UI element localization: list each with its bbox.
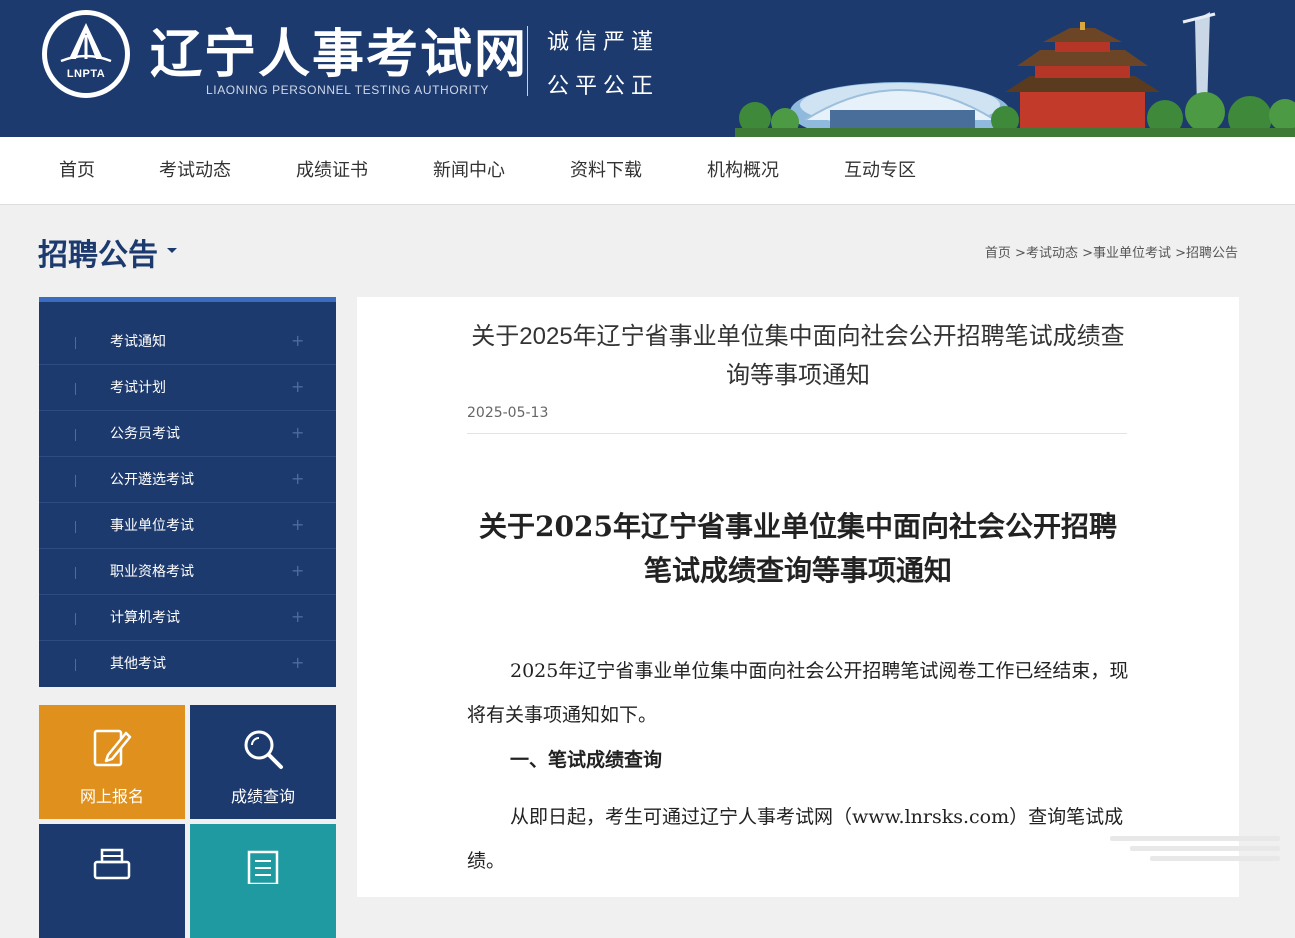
nav-item-about[interactable]: 机构概况	[707, 137, 779, 204]
online-registration-tile[interactable]: 网上报名	[39, 705, 185, 819]
site-title: 辽宁人事考试网	[150, 25, 529, 85]
sidebar-divider	[75, 475, 76, 487]
sidebar-item-label: 职业资格考试	[110, 564, 194, 580]
article-panel: 关于2025年辽宁省事业单位集中面向社会公开招聘笔试成绩查询等事项通知 2025…	[357, 297, 1239, 897]
sidebar-divider	[75, 337, 76, 349]
plus-icon[interactable]: +	[291, 319, 304, 363]
logo-abbreviation: LNPTA	[66, 68, 106, 80]
article-paragraph: 从即日起，考生可通过辽宁人事考试网（www.lnrsks.com）查询笔试成绩。	[467, 806, 1124, 872]
sidebar-divider	[75, 429, 76, 441]
score-query-tile[interactable]: 成绩查询	[190, 705, 336, 819]
sidebar-item-label: 公开遴选考试	[110, 472, 194, 488]
sidebar-item-label: 其他考试	[110, 656, 166, 672]
sidebar-item-label: 事业单位考试	[110, 518, 194, 534]
sidebar-divider	[75, 567, 76, 579]
printer-icon	[93, 848, 131, 880]
plus-icon[interactable]: +	[291, 595, 304, 639]
sidebar-item-civil-service[interactable]: 公务员考试 +	[39, 411, 336, 457]
sidebar-item-open-selection[interactable]: 公开遴选考试 +	[39, 457, 336, 503]
printer-tile[interactable]	[39, 824, 185, 938]
nav-item-downloads[interactable]: 资料下载	[570, 137, 642, 204]
sidebar-item-professional-qualification[interactable]: 职业资格考试 +	[39, 549, 336, 595]
section-title[interactable]: 招聘公告	[38, 230, 158, 274]
document-title: 关于2025年辽宁省事业单位集中面向社会公开招聘笔试成绩查询等事项通知	[479, 510, 1117, 587]
plus-icon[interactable]: +	[291, 549, 304, 593]
nav-item-news-center[interactable]: 新闻中心	[433, 137, 505, 204]
sidebar-divider	[75, 521, 76, 533]
main-nav: 首页 考试动态 成绩证书 新闻中心 资料下载 机构概况 互动专区	[0, 137, 1295, 205]
sidebar-item-label: 公务员考试	[110, 426, 180, 442]
tile-label: 网上报名	[79, 787, 144, 806]
nav-item-interaction[interactable]: 互动专区	[844, 137, 916, 204]
sidebar-item-label: 考试通知	[110, 334, 166, 350]
search-icon	[244, 730, 283, 769]
chevron-down-icon[interactable]	[167, 248, 177, 253]
sidebar-menu: 考试通知 + 考试计划 + 公务员考试 + 公开遴选考试 + 事业单位考试 + …	[39, 297, 336, 687]
article-title: 关于2025年辽宁省事业单位集中面向社会公开招聘笔试成绩查询等事项通知	[471, 323, 1125, 389]
plus-icon[interactable]: +	[291, 503, 304, 547]
document-tile[interactable]	[190, 824, 336, 938]
sidebar-item-computer-exam[interactable]: 计算机考试 +	[39, 595, 336, 641]
site-subtitle: LIAONING PERSONNEL TESTING AUTHORITY	[206, 83, 489, 97]
sidebar-item-exam-plans[interactable]: 考试计划 +	[39, 365, 336, 411]
sidebar-divider	[75, 659, 76, 671]
logo-emblem-icon	[60, 23, 112, 63]
site-header: LNPTA 辽宁人事考试网 LIAONING PERSONNEL TESTING…	[0, 0, 1295, 137]
article-divider	[467, 433, 1127, 434]
sidebar-divider	[75, 613, 76, 625]
nav-item-exam-news[interactable]: 考试动态	[159, 137, 231, 204]
sidebar-item-label: 考试计划	[110, 380, 166, 396]
article-heading: 一、笔试成绩查询	[510, 749, 663, 771]
edit-icon	[93, 729, 132, 767]
plus-icon[interactable]: +	[291, 641, 304, 685]
article-date: 2025-05-13	[467, 405, 549, 421]
breadcrumb[interactable]: 首页 >考试动态 >事业单位考试 >招聘公告	[985, 242, 1238, 261]
document-icon	[247, 850, 279, 884]
sidebar-item-other-exams[interactable]: 其他考试 +	[39, 641, 336, 687]
landmark-banner-image	[735, 12, 1295, 137]
site-logo[interactable]: LNPTA	[42, 10, 130, 98]
plus-icon[interactable]: +	[291, 457, 304, 501]
sidebar-item-public-institution[interactable]: 事业单位考试 +	[39, 503, 336, 549]
tile-label: 成绩查询	[230, 787, 295, 806]
sidebar-item-label: 计算机考试	[110, 610, 180, 626]
plus-icon[interactable]: +	[291, 365, 304, 409]
article-paragraph: 2025年辽宁省事业单位集中面向社会公开招聘笔试阅卷工作已经结束，现将有关事项通…	[467, 660, 1129, 726]
nav-item-home[interactable]: 首页	[59, 137, 95, 204]
motto-line-1: 诚信严谨	[547, 30, 660, 55]
scroll-indicator-icon	[1110, 836, 1280, 861]
sidebar-divider	[75, 383, 76, 395]
motto-line-2: 公平公正	[547, 74, 660, 99]
nav-item-scores-certificates[interactable]: 成绩证书	[296, 137, 368, 204]
header-divider	[527, 26, 528, 96]
plus-icon[interactable]: +	[291, 411, 304, 455]
sidebar-item-exam-notices[interactable]: 考试通知 +	[39, 319, 336, 365]
